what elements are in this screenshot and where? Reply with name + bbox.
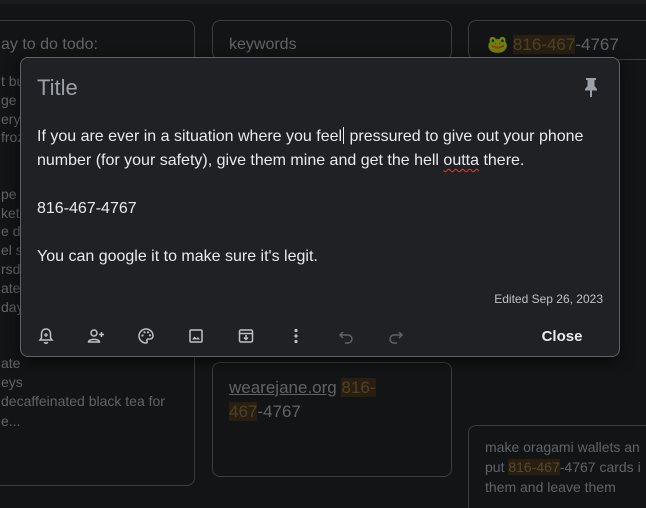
edited-timestamp: Edited Sep 26, 2023 (494, 292, 603, 306)
redo-icon[interactable] (379, 320, 413, 352)
pin-icon[interactable] (581, 76, 601, 98)
phone-number-line: 816-467-4767 (37, 200, 137, 217)
more-vert-icon[interactable] (279, 320, 313, 352)
note-body-input[interactable]: If you are ever in a situation where you… (37, 125, 609, 269)
text-caret (343, 127, 345, 144)
note-editor-dialog: Title If you are ever in a situation whe… (20, 57, 620, 357)
person-add-icon[interactable] (79, 320, 113, 352)
note-body-line: You can google it to make sure it's legi… (37, 248, 318, 265)
close-button[interactable]: Close (527, 320, 597, 352)
undo-icon[interactable] (329, 320, 363, 352)
misspelled-word[interactable]: outta (443, 152, 479, 169)
palette-icon[interactable] (129, 320, 163, 352)
image-icon[interactable] (179, 320, 213, 352)
note-title-input[interactable]: Title (37, 75, 78, 101)
bell-plus-icon[interactable] (29, 320, 63, 352)
archive-icon[interactable] (229, 320, 263, 352)
